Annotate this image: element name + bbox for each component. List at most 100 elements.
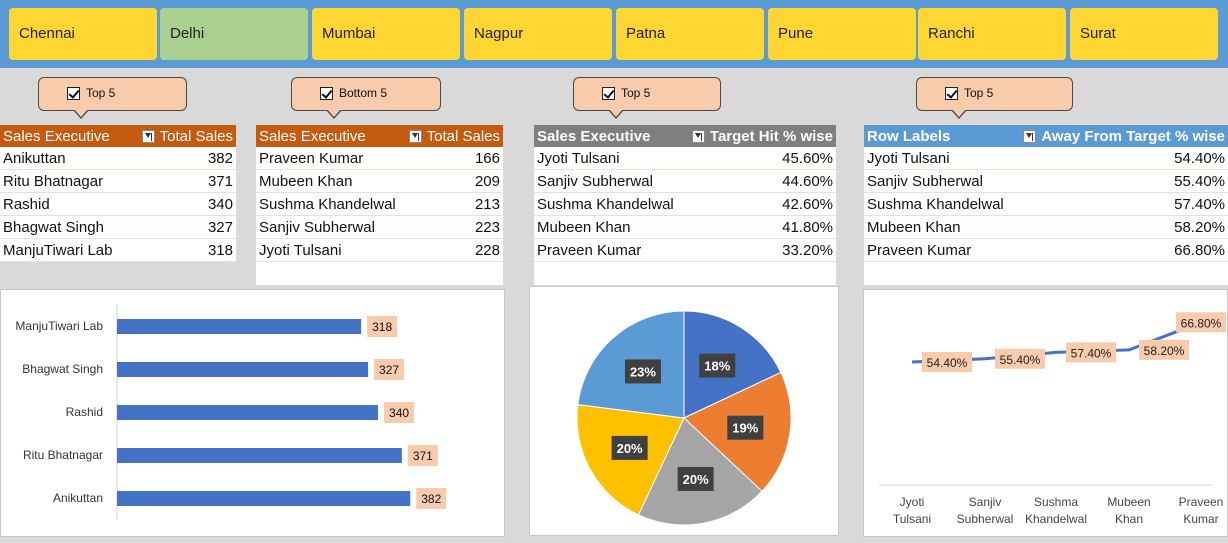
row-value: 213 [474, 195, 500, 213]
col-header-row-labels[interactable]: Row Labels [867, 128, 1023, 145]
table-row[interactable]: Praveen Kumar 66.80% [864, 239, 1228, 262]
line-chart-panel[interactable]: 54.40% Jyoti Tulsani 55.40% Sanjiv Subherwal 5… [863, 289, 1228, 537]
col-header-away-from-target[interactable]: Away From Target % wise [1041, 128, 1225, 145]
table-row[interactable]: Rashid 340 [0, 193, 236, 216]
filter-icon[interactable] [1023, 129, 1037, 143]
col-header-sales-executive[interactable]: Sales Executive [3, 128, 142, 145]
row-value: 371 [207, 172, 233, 190]
table-row[interactable]: Sushma Khandelwal 42.60% [534, 193, 836, 216]
line-chart: 54.40% Jyoti Tulsani 55.40% Sanjiv Subherwal 5… [879, 312, 1226, 526]
bar[interactable] [117, 448, 402, 463]
col-header-sales-executive[interactable]: Sales Executive [259, 128, 409, 145]
pivot-top5-sales: Sales Executive Total Sales Anikuttan 382… [0, 125, 236, 262]
bar[interactable] [117, 319, 362, 334]
pivot-header: Sales Executive Target Hit % wise [534, 125, 836, 147]
col-header-target-hit[interactable]: Target Hit % wise [710, 128, 833, 145]
table-row[interactable]: Mubeen Khan 209 [256, 170, 503, 193]
row-value: 57.40% [1174, 195, 1225, 213]
data-label: 371 [413, 449, 433, 463]
city-slicer: Chennai Delhi Mumbai Nagpur Patna Pune Ranchi S… [0, 0, 1228, 68]
row-label: Anikuttan [3, 149, 66, 167]
table-row[interactable]: Sushma Khandelwal 213 [256, 193, 503, 216]
table-row[interactable]: Mubeen Khan 58.20% [864, 216, 1228, 239]
data-label: 55.40% [1000, 353, 1041, 367]
slice-label: 19% [732, 421, 758, 436]
table-row[interactable]: Praveen Kumar 33.20% [534, 239, 836, 262]
slicer-item-mumbai[interactable]: Mumbai [312, 8, 460, 60]
x-tick-label: Tulsani [893, 512, 931, 526]
row-label: Bhagwat Singh [3, 218, 104, 236]
x-tick-label: Praveen [1179, 495, 1224, 509]
row-label: Praveen Kumar [867, 241, 972, 259]
table-row[interactable]: Sushma Khandelwal 57.40% [864, 193, 1228, 216]
row-label: Mubeen Khan [259, 172, 353, 190]
row-label: Sushma Khandelwal [259, 195, 396, 213]
slicer-item-delhi[interactable]: Delhi [160, 8, 308, 60]
row-value: 340 [207, 195, 233, 213]
data-label: 340 [389, 406, 409, 420]
table-row[interactable]: ManjuTiwari Lab 318 [0, 239, 236, 262]
slicer-item-patna[interactable]: Patna [616, 8, 764, 60]
slicer-item-pune[interactable]: Pune [768, 8, 916, 60]
filter-icon[interactable] [141, 129, 155, 143]
filter-callout-top5-away[interactable]: Top 5 [916, 77, 1073, 119]
row-value: 55.40% [1174, 172, 1225, 190]
pie-chart-panel[interactable]: 18% 19% 20% 20% 23% [529, 286, 839, 536]
data-label: 382 [421, 492, 441, 506]
table-row[interactable]: Sanjiv Subherwal 55.40% [864, 170, 1228, 193]
row-label: Ritu Bhatnagar [3, 172, 104, 190]
row-label: Rashid [3, 195, 50, 213]
slicer-item-ranchi[interactable]: Ranchi [918, 8, 1066, 60]
col-header-sales-executive[interactable]: Sales Executive [537, 128, 692, 145]
row-label: Jyoti Tulsani [537, 149, 620, 167]
bar-chart: ManjuTiwari Lab 318 Bhagwat Singh 327 Rashid… [15, 304, 447, 520]
callout-label: Top 5 [621, 86, 651, 100]
table-row[interactable]: Praveen Kumar 166 [256, 147, 503, 170]
table-row[interactable]: Sanjiv Subherwal 223 [256, 216, 503, 239]
filter-icon[interactable] [691, 129, 705, 143]
filter-callout-bottom5-sales[interactable]: Bottom 5 [291, 77, 441, 119]
callout-tail [73, 109, 89, 119]
bar-chart-panel[interactable]: ManjuTiwari Lab 318 Bhagwat Singh 327 Rashid… [0, 289, 505, 537]
slicer-item-chennai[interactable]: Chennai [9, 8, 157, 60]
callout-tail [951, 109, 967, 119]
data-label: 66.80% [1181, 316, 1222, 330]
row-value: 228 [474, 241, 500, 259]
row-value: 318 [207, 241, 233, 259]
col-header-total-sales[interactable]: Total Sales [427, 128, 500, 145]
row-value: 44.60% [782, 172, 833, 190]
category-label: Rashid [66, 405, 103, 419]
row-value: 166 [474, 149, 500, 167]
col-header-total-sales[interactable]: Total Sales [160, 128, 233, 145]
table-row[interactable]: Mubeen Khan 41.80% [534, 216, 836, 239]
checkbox-icon[interactable] [67, 87, 80, 100]
table-row[interactable]: Jyoti Tulsani 54.40% [864, 147, 1228, 170]
slice-label: 23% [630, 364, 656, 379]
bar[interactable] [117, 491, 411, 506]
table-row[interactable]: Bhagwat Singh 327 [0, 216, 236, 239]
table-row[interactable]: Jyoti Tulsani 45.60% [534, 147, 836, 170]
bar[interactable] [117, 362, 369, 377]
checkbox-icon[interactable] [945, 87, 958, 100]
checkbox-icon[interactable] [320, 87, 333, 100]
filter-icon[interactable] [408, 129, 422, 143]
pivot-header: Sales Executive Total Sales [256, 125, 503, 147]
pivot-target-hit: Sales Executive Target Hit % wise Jyoti … [534, 125, 836, 285]
row-label: Mubeen Khan [867, 218, 961, 236]
table-row[interactable]: Sanjiv Subherwal 44.60% [534, 170, 836, 193]
table-row[interactable]: Jyoti Tulsani 228 [256, 239, 503, 262]
table-row[interactable]: Anikuttan 382 [0, 147, 236, 170]
table-row[interactable]: Ritu Bhatnagar 371 [0, 170, 236, 193]
slicer-item-nagpur[interactable]: Nagpur [464, 8, 612, 60]
filter-callout-top5-target-hit[interactable]: Top 5 [573, 77, 721, 119]
row-label: ManjuTiwari Lab [3, 241, 113, 259]
checkbox-icon[interactable] [602, 87, 615, 100]
x-tick-label: Khan [1115, 512, 1143, 526]
data-label: 327 [379, 363, 399, 377]
x-tick-label: Sushma [1034, 495, 1078, 509]
filter-callout-top5-sales[interactable]: Top 5 [38, 77, 187, 119]
bar[interactable] [117, 405, 379, 420]
pivot-away-from-target: Row Labels Away From Target % wise Jyoti… [864, 125, 1228, 285]
row-label: Mubeen Khan [537, 218, 631, 236]
slicer-item-surat[interactable]: Surat [1070, 8, 1218, 60]
